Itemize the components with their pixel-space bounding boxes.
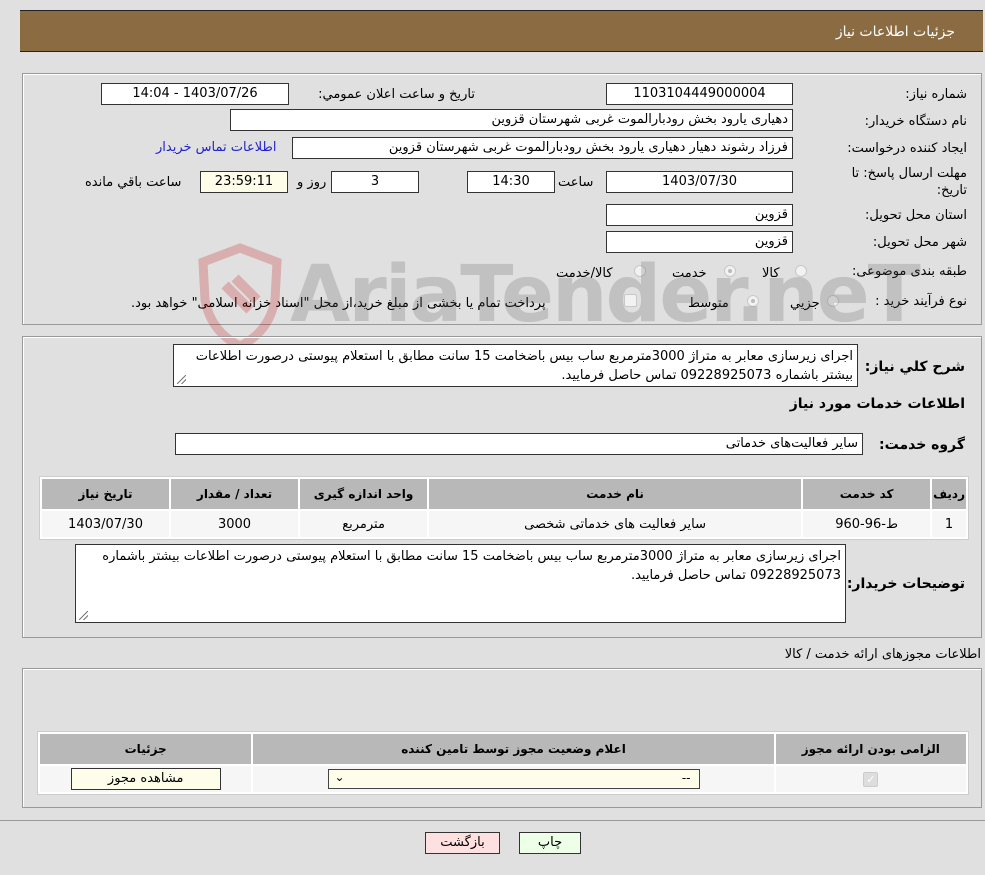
cell-row: 1 [932,511,966,537]
permit-required-checkbox: ✓ [863,771,879,787]
process-option-medium: متوسط [688,296,729,311]
description-textarea[interactable]: اجرای زیرسازی معابر به متراژ 3000مترمربع… [173,344,858,387]
remaining-time-field: 23:59:11 [200,171,288,193]
deadline-time-field[interactable]: 14:30 [467,171,555,193]
process-radio-medium[interactable] [747,295,759,307]
services-table: ردیف کد خدمت نام خدمت واحد اندازه گیری ت… [39,476,969,540]
remaining-label: ساعت باقي مانده [85,175,182,190]
process-radio-minor[interactable] [827,295,839,307]
announce-label: تاریخ و ساعت اعلان عمومي: [318,87,475,102]
chevron-down-icon: ⌄ [334,770,345,784]
cell-permit-status: -- ⌄ [253,766,774,792]
col-permit-required: الزامی بودن ارائه مجوز [775,734,966,764]
description-label: شرح کلي نیاز: [864,359,965,375]
permits-table: الزامی بودن ارائه مجوز اعلام وضعیت مجوز … [37,731,969,795]
treasury-note: پرداخت تمام یا بخشی از مبلغ خرید،از محل … [131,296,546,311]
creator-field[interactable]: فرزاد رشوند دهیار دهیاری یارود بخش رودبا… [292,137,793,159]
province-field[interactable]: قزوین [606,204,793,226]
province-label: استان محل تحویل: [865,208,967,223]
days-label: روز و [297,175,327,190]
creator-label: ایجاد کننده درخواست: [847,141,967,156]
deadline-time-label: ساعت [558,175,594,190]
page-title: جزئیات اطلاعات نیاز [835,24,955,40]
col-service-name: نام خدمت [429,479,802,509]
print-button[interactable]: چاپ [519,832,581,854]
category-option-service: خدمت [672,266,707,281]
buyer-notes-text: اجرای زیرسازی معابر به متراژ 3000مترمربع… [102,549,841,583]
cell-service-code: ط-96-960 [803,511,931,537]
view-permit-button[interactable]: مشاهده مجوز [70,768,221,790]
city-field[interactable]: قزوین [606,231,793,253]
services-heading: اطلاعات خدمات مورد نیاز [789,396,965,412]
col-quantity: تعداد / مقدار [171,479,299,509]
col-need-date: تاریخ نیاز [42,479,170,509]
cell-permit-required: ✓ [775,766,966,792]
cell-need-date: 1403/07/30 [42,511,170,537]
cell-unit: مترمربع [300,511,428,537]
permits-table-header: الزامی بودن ارائه مجوز اعلام وضعیت مجوز … [40,734,966,764]
back-button[interactable]: بازگشت [425,832,500,854]
treasury-checkbox[interactable] [624,294,637,307]
days-field[interactable]: 3 [331,171,419,193]
col-service-code: کد خدمت [803,479,931,509]
permit-status-value: -- [681,771,691,785]
buyer-org-label: نام دستگاه خریدار: [864,114,967,129]
announce-datetime-field[interactable]: 1403/07/26 - 14:04 [101,83,289,105]
category-radio-service[interactable] [724,265,736,277]
permit-status-select[interactable]: -- ⌄ [327,769,700,789]
page-header: جزئیات اطلاعات نیاز [20,10,983,52]
category-label: طبقه بندی موضوعی: [851,264,967,279]
need-number-label: شماره نیاز: [905,87,967,102]
table-row: 1 ط-96-960 سایر فعالیت های خدماتی شخصی م… [42,511,966,537]
category-option-goods: کالا [762,266,780,281]
process-label: نوع فرآیند خرید : [875,294,967,309]
category-radio-goods[interactable] [795,265,807,277]
resize-grip-icon[interactable] [79,611,88,620]
buyer-notes-label: توضیحات خریدار: [846,576,965,592]
footer-divider [0,820,985,821]
need-number-field[interactable]: 1103104449000004 [606,83,793,105]
cell-permit-details: مشاهده مجوز [40,766,252,792]
category-radio-goods-service[interactable] [634,265,646,277]
process-option-minor: جزيي [790,296,820,311]
table-row: ✓ -- ⌄ مشاهده مجوز [40,766,966,792]
cell-quantity: 3000 [171,511,299,537]
buyer-contact-link[interactable]: اطلاعات تماس خریدار [156,140,276,155]
buyer-notes-textarea[interactable]: اجرای زیرسازی معابر به متراژ 3000مترمربع… [75,544,846,623]
service-group-label: گروه خدمت: [879,437,965,453]
services-table-header: ردیف کد خدمت نام خدمت واحد اندازه گیری ت… [42,479,966,509]
deadline-label: مهلت ارسال پاسخ: تا تاریخ: [851,166,967,198]
service-group-field[interactable]: سایر فعالیت‌های خدماتی [175,433,863,455]
col-permit-status: اعلام وضعیت مجوز توسط تامین کننده [253,734,774,764]
resize-grip-icon[interactable] [177,375,186,384]
buyer-org-field[interactable]: دهیاری یارود بخش رودبارالموت غربی شهرستا… [230,109,793,131]
description-text: اجرای زیرسازی معابر به متراژ 3000مترمربع… [195,349,853,383]
category-option-goods-service: کالا/خدمت [556,266,613,281]
permits-heading: اطلاعات مجوزهای ارائه خدمت / کالا [784,647,981,662]
col-unit: واحد اندازه گیری [300,479,428,509]
col-row: ردیف [932,479,966,509]
cell-service-name: سایر فعالیت های خدماتی شخصی [429,511,802,537]
deadline-date-field[interactable]: 1403/07/30 [606,171,793,193]
city-label: شهر محل تحویل: [872,235,967,250]
col-permit-details: جزئیات [40,734,252,764]
